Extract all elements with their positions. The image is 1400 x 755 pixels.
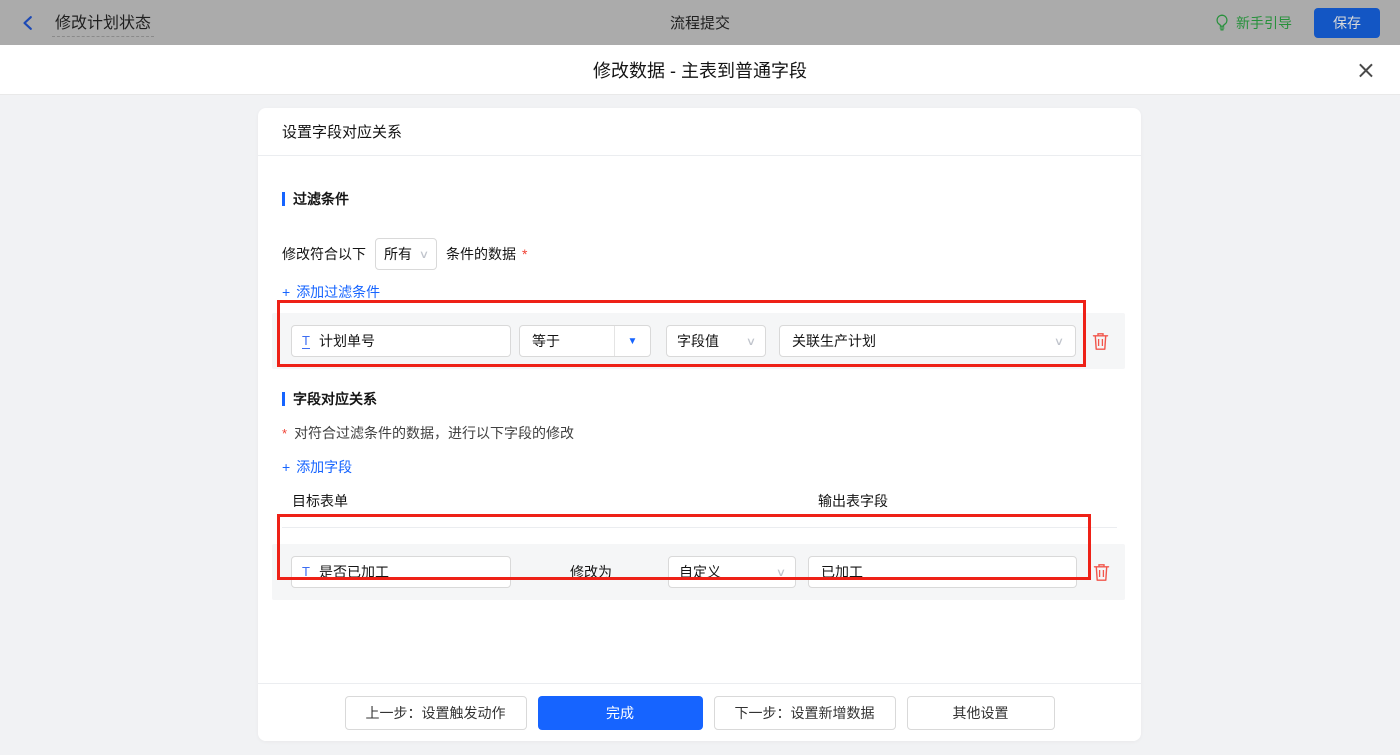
condition-value-select[interactable]: 关联生产计划 ∨	[779, 325, 1076, 357]
trash-icon	[1093, 563, 1110, 581]
modal-title: 修改数据 - 主表到普通字段	[593, 60, 807, 81]
column-target-form: 目标表单	[292, 493, 348, 509]
chevron-down-icon: ∨	[418, 248, 430, 261]
operator-select[interactable]: 等于 ▼	[519, 325, 651, 357]
mapping-description-text: 对符合过滤条件的数据，进行以下字段的修改	[294, 425, 575, 441]
filter-section-title: 过滤条件	[293, 191, 349, 207]
target-field-input[interactable]: T 是否已加工	[291, 556, 511, 588]
beginner-guide-button[interactable]: 新手引导	[1214, 13, 1292, 33]
modify-to-label: 修改为	[570, 564, 612, 580]
back-icon[interactable]	[20, 14, 38, 32]
chevron-down-icon: ∨	[1053, 335, 1065, 348]
mapping-description: * 对符合过滤条件的数据，进行以下字段的修改	[282, 423, 1117, 443]
condition-value: 关联生产计划	[792, 333, 876, 349]
card-footer: 上一步：设置触发动作 完成 下一步：设置新增数据 其他设置	[258, 683, 1141, 741]
value-type-select[interactable]: 字段值 ∨	[666, 325, 766, 357]
trash-icon	[1092, 332, 1109, 350]
required-asterisk: *	[522, 246, 528, 262]
modal-header: 修改数据 - 主表到普通字段 ×	[0, 45, 1400, 95]
modal-body: 设置字段对应关系 过滤条件 修改符合以下 所有 ∨ 条件的数据 * + 添加过滤…	[0, 95, 1400, 755]
value-type-value: 字段值	[677, 333, 719, 349]
add-field-label: 添加字段	[296, 459, 353, 475]
save-button[interactable]: 保存	[1314, 7, 1380, 38]
close-icon[interactable]: ×	[1356, 58, 1376, 82]
filter-section-heading: 过滤条件	[282, 189, 1117, 209]
add-filter-condition-link[interactable]: + 添加过滤条件	[282, 282, 380, 302]
add-field-link[interactable]: + 添加字段	[282, 457, 352, 477]
other-settings-button[interactable]: 其他设置	[906, 695, 1055, 730]
lightbulb-icon	[1216, 14, 1228, 31]
text-field-icon: T	[302, 332, 310, 349]
match-mode-value: 所有	[384, 246, 412, 262]
filter-condition-row: T 计划单号 等于 ▼ 字段值 ∨ 关联生产计划 ∨	[272, 313, 1125, 369]
match-suffix-label: 条件的数据	[446, 246, 516, 262]
section-marker	[282, 192, 285, 206]
mapping-column-headers: 目标表单 输出表字段	[282, 491, 1117, 511]
delete-mapping-button[interactable]	[1093, 563, 1110, 582]
output-value-input[interactable]: 已加工	[808, 556, 1077, 588]
column-divider	[282, 527, 1117, 528]
topbar: 修改计划状态 流程提交 新手引导 保存	[0, 0, 1400, 45]
column-output-field: 输出表字段	[818, 493, 888, 509]
modify-mode-value: 自定义	[679, 564, 721, 580]
next-step-button[interactable]: 下一步：设置新增数据	[713, 695, 896, 730]
match-condition-line: 修改符合以下 所有 ∨ 条件的数据 *	[282, 238, 1117, 270]
condition-field-input[interactable]: T 计划单号	[291, 325, 511, 357]
match-mode-select[interactable]: 所有 ∨	[375, 238, 437, 270]
match-prefix-label: 修改符合以下	[282, 246, 366, 262]
operator-value: 等于	[532, 333, 560, 349]
chevron-down-icon: ∨	[745, 335, 757, 348]
beginner-guide-label: 新手引导	[1236, 14, 1292, 31]
add-filter-condition-label: 添加过滤条件	[296, 284, 381, 300]
plus-icon: +	[282, 284, 291, 300]
settings-card: 设置字段对应关系 过滤条件 修改符合以下 所有 ∨ 条件的数据 * + 添加过滤…	[258, 108, 1141, 741]
condition-field-value: 计划单号	[318, 333, 375, 349]
text-field-icon: T	[302, 563, 310, 580]
required-asterisk: *	[282, 425, 288, 441]
modify-mode-select[interactable]: 自定义 ∨	[668, 556, 796, 588]
done-button[interactable]: 完成	[537, 695, 703, 730]
delete-condition-button[interactable]	[1092, 332, 1109, 351]
plus-icon: +	[282, 459, 291, 475]
field-mapping-row: T 是否已加工 修改为 自定义 ∨ 已加工	[272, 544, 1125, 600]
flow-title[interactable]: 修改计划状态	[52, 9, 155, 37]
output-value: 已加工	[821, 564, 863, 580]
target-field-value: 是否已加工	[318, 564, 389, 580]
prev-step-button[interactable]: 上一步：设置触发动作	[344, 695, 527, 730]
topbar-center-title: 流程提交	[669, 15, 731, 32]
mapping-section-title: 字段对应关系	[293, 391, 377, 407]
chevron-down-icon: ∨	[775, 566, 787, 579]
mapping-section-heading: 字段对应关系	[282, 389, 1117, 409]
card-header-title: 设置字段对应关系	[258, 108, 1141, 156]
section-marker	[282, 392, 285, 406]
caret-down-icon: ▼	[614, 326, 650, 356]
